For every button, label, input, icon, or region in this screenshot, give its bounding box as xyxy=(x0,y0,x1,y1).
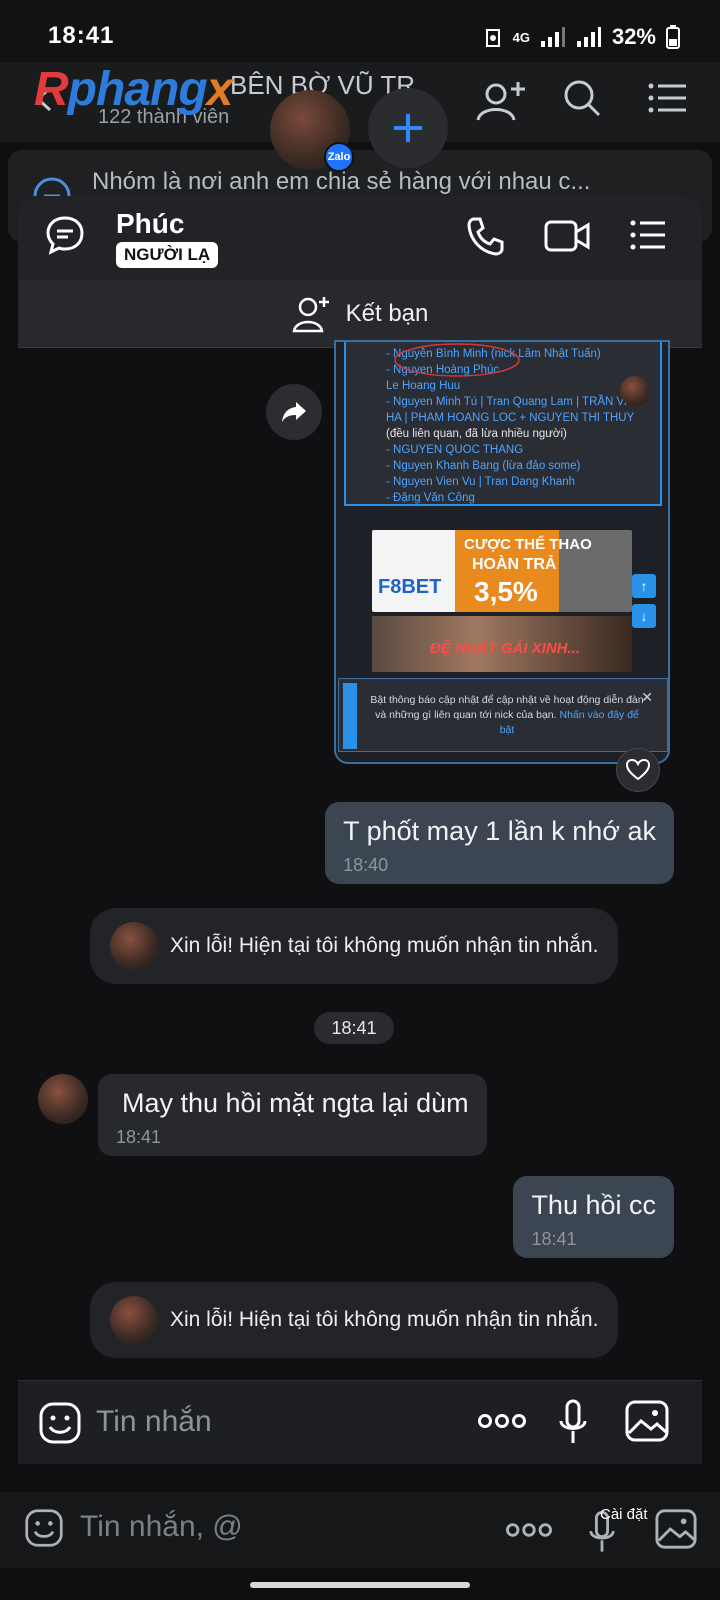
message-text: May thu hồi mặt ngta lại dùm xyxy=(122,1088,469,1118)
settings-label[interactable]: Cài đặt xyxy=(600,1506,648,1523)
image-icon[interactable] xyxy=(624,1399,670,1443)
group-description-text: Nhóm là nơi anh em chia sẻ hàng với nhau… xyxy=(92,168,591,195)
system-message-text: Xin lỗi! Hiện tại tôi không muốn nhận ti… xyxy=(170,1308,599,1331)
recycle-icon xyxy=(485,29,500,47)
microphone-icon[interactable] xyxy=(558,1399,588,1445)
network-label: 4G xyxy=(512,29,530,45)
message-bubble-out[interactable]: Thu hồi cc 18:41 xyxy=(513,1176,674,1258)
status-icons: 4G 32% xyxy=(483,24,680,50)
list-line: HA | PHAM HOANG LOC + NGUYEN THI THUY xyxy=(386,412,635,424)
list-line: - Nguyen Minh Tú | Tran Quang Lam | TRẦN… xyxy=(386,396,641,408)
time-divider: 18:41 xyxy=(314,1012,394,1044)
zalo-badge: Zalo xyxy=(324,142,354,172)
menu-icon[interactable] xyxy=(648,82,688,114)
contact-name: Phúc xyxy=(116,208,185,239)
list-line: - Đặng Văn Công xyxy=(386,492,475,504)
add-friend-label: Kết bạn xyxy=(345,299,429,327)
phone-icon[interactable] xyxy=(466,216,504,256)
add-friend-button[interactable]: Kết bạn xyxy=(18,280,702,348)
home-indicator[interactable] xyxy=(250,1582,470,1588)
react-button[interactable] xyxy=(616,748,660,792)
battery-icon xyxy=(666,25,680,49)
search-icon[interactable] xyxy=(562,78,602,118)
chat-bubble-window: Phúc NGƯỜI LẠ Kết bạn - Nguyễn Bình Minh… xyxy=(18,196,702,1492)
ad-line: 3,5% xyxy=(474,576,538,607)
highlight-circle xyxy=(394,343,520,377)
message-time: 18:40 xyxy=(343,855,389,875)
list-line: - Nguyen Khanh Bang (lừa đảo some) xyxy=(386,460,581,472)
arrow-down-icon: ↓ xyxy=(632,604,656,628)
scroll-arrows: ↑ ↓ xyxy=(632,574,656,628)
f8bet-ad-banner: F8BET CƯỢC THỂ THAO HOÀN TRẢ 3,5% xyxy=(372,530,632,612)
status-bar: 18:41 4G 32% xyxy=(0,0,720,62)
message-text: T phốt may 1 lần k nhớ ak xyxy=(343,816,656,846)
message-bubble-out[interactable]: T phốt may 1 lần k nhớ ak 18:40 xyxy=(325,802,674,884)
chat-menu-icon[interactable] xyxy=(630,220,666,250)
system-message-text: Xin lỗi! Hiện tại tôi không muốn nhận ti… xyxy=(170,934,599,957)
watermark-logo: Rphangx xyxy=(34,63,233,116)
battery-percent: 32% xyxy=(611,24,656,49)
contact-avatar[interactable] xyxy=(38,1074,88,1124)
ad-line: CƯỢC THỂ THAO xyxy=(464,536,592,553)
emoji-icon[interactable] xyxy=(24,1508,64,1548)
message-time: 18:41 xyxy=(116,1127,162,1147)
arrow-up-icon: ↑ xyxy=(632,574,656,598)
status-time: 18:41 xyxy=(48,22,115,49)
chat-header: Phúc NGƯỜI LẠ xyxy=(18,196,702,280)
ad-brand: F8BET xyxy=(378,576,442,598)
list-line: Le Hoang Huu xyxy=(386,380,461,392)
more-options-icon[interactable] xyxy=(478,1413,526,1429)
signal-icon xyxy=(540,27,565,47)
forward-icon xyxy=(282,402,306,422)
message-bubble-in[interactable]: May thu hồi mặt ngta lại dùm 18:41 xyxy=(98,1074,487,1156)
avatar xyxy=(110,922,158,970)
group-message-input[interactable]: Tin nhắn, @ xyxy=(80,1510,243,1544)
message-time: 18:41 xyxy=(531,1229,577,1249)
ad-line: HOÀN TRẢ xyxy=(472,556,557,573)
notification-prompt: Bật thông báo cập nhật để cập nhật về ho… xyxy=(338,678,668,752)
avatar xyxy=(110,1296,158,1344)
more-options-icon[interactable] xyxy=(506,1522,552,1538)
scam-list: - Nguyễn Bình Minh (nick Lâm Nhật Tuấn) … xyxy=(344,342,662,506)
second-ad-banner: ĐỆ NHẤT GÁI XINH... xyxy=(372,616,632,672)
system-message: Xin lỗi! Hiện tại tôi không muốn nhận ti… xyxy=(90,908,618,984)
heart-icon xyxy=(626,759,650,781)
close-icon: ✕ xyxy=(641,689,653,705)
group-composer: Tin nhắn, @ Cài đặt xyxy=(0,1492,720,1568)
list-line: - Nguyen Vien Vu | Tran Dang Khanh xyxy=(386,476,576,488)
list-line: (đều liên quan, đã lừa nhiều người) xyxy=(386,428,567,440)
ad-text: ĐỆ NHẤT GÁI XINH... xyxy=(430,640,581,657)
add-button[interactable] xyxy=(368,88,448,168)
plus-icon xyxy=(394,114,422,142)
message-composer: Tin nhắn xyxy=(18,1380,702,1464)
system-message: Xin lỗi! Hiện tại tôi không muốn nhận ti… xyxy=(90,1282,618,1358)
message-input[interactable]: Tin nhắn xyxy=(96,1405,212,1439)
forward-button[interactable] xyxy=(266,384,322,440)
stranger-badge: NGƯỜI LẠ xyxy=(116,242,219,268)
shared-image[interactable]: - Nguyễn Bình Minh (nick Lâm Nhật Tuấn) … xyxy=(334,340,670,764)
video-call-icon[interactable] xyxy=(544,218,590,254)
shot-avatar xyxy=(620,376,650,406)
list-line: - NGUYEN QUOC THANG xyxy=(386,444,524,456)
message-text: Thu hồi cc xyxy=(531,1190,656,1220)
add-friend-icon xyxy=(292,296,329,332)
add-member-icon[interactable] xyxy=(474,76,530,126)
chat-bubble-icon[interactable] xyxy=(44,214,86,256)
signal-icon-2 xyxy=(576,27,601,47)
emoji-icon[interactable] xyxy=(38,1401,82,1445)
image-icon[interactable] xyxy=(654,1508,698,1550)
